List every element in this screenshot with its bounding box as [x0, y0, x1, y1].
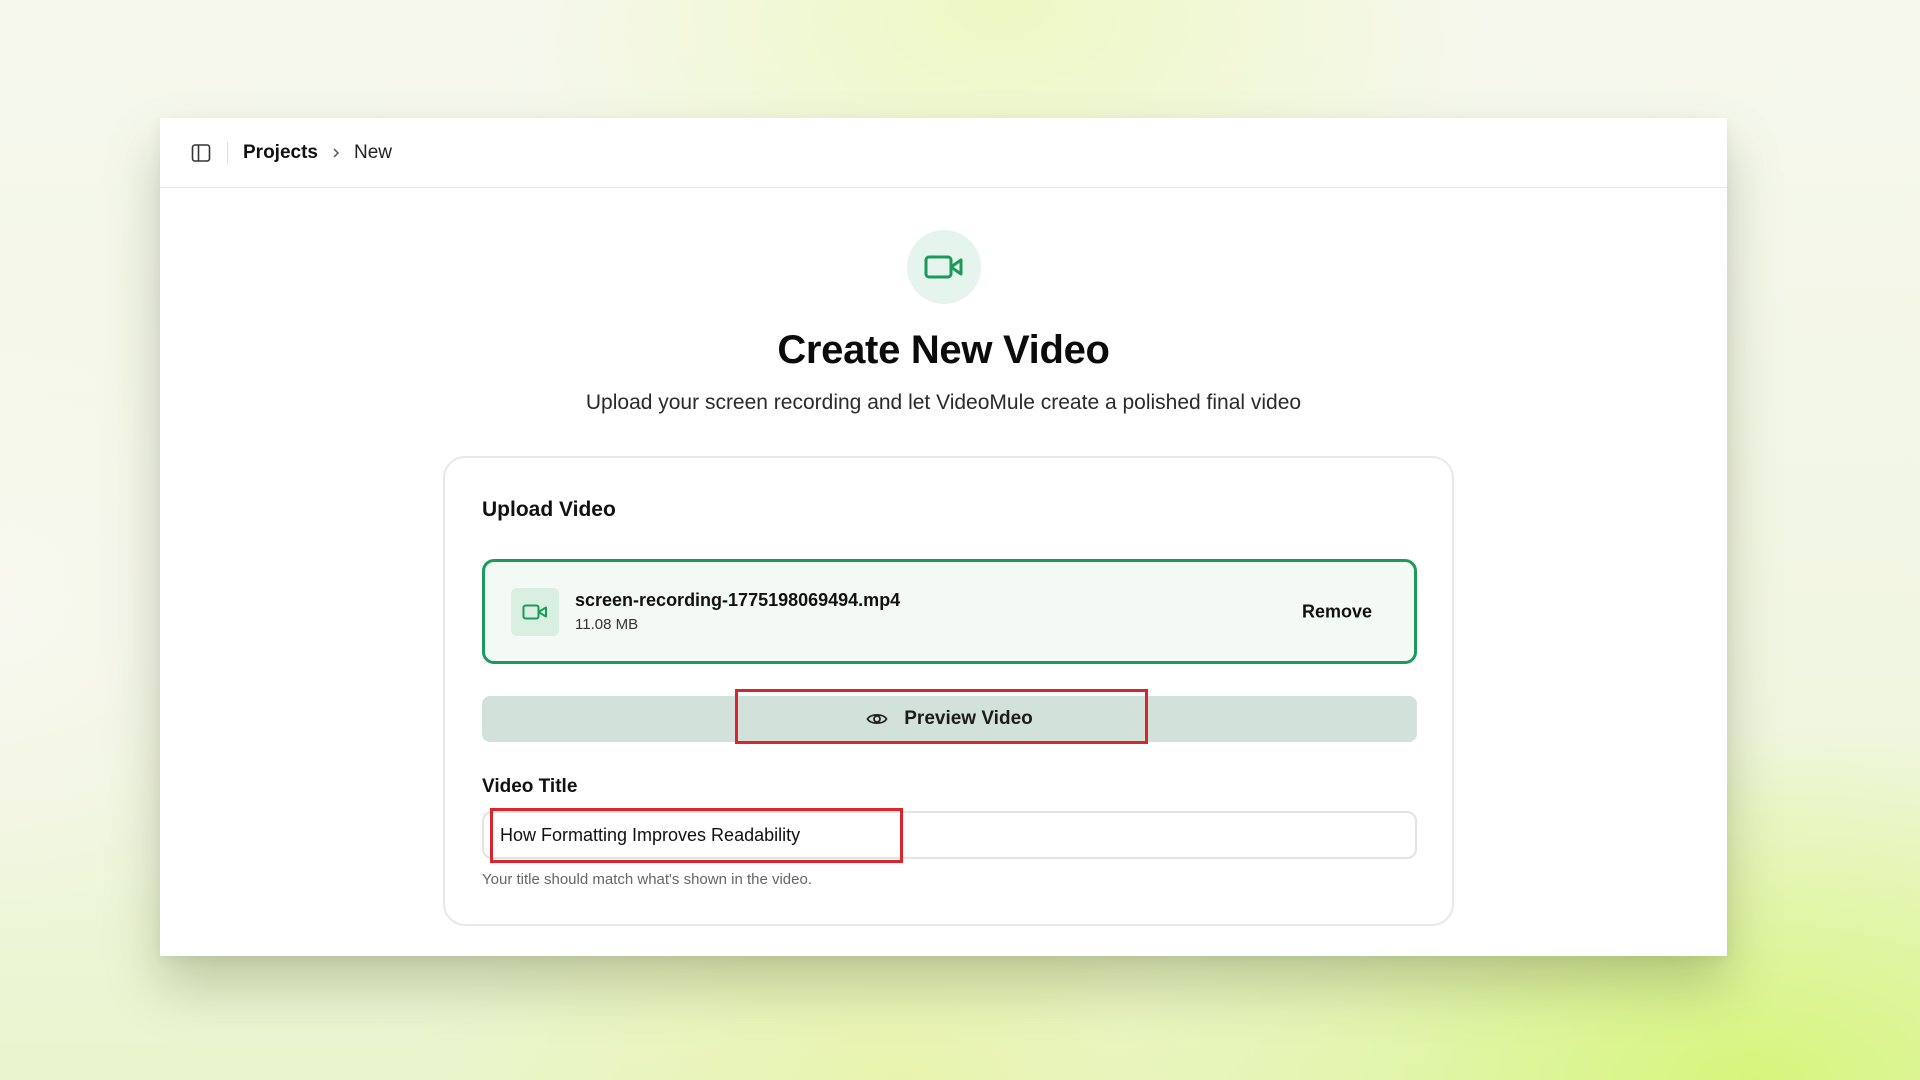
app-window: Projects New Create New Video Upload you… — [160, 118, 1727, 956]
file-name: screen-recording-1775198069494.mp4 — [575, 590, 901, 610]
video-title-input[interactable] — [482, 811, 1417, 859]
breadcrumb: Projects New — [243, 142, 392, 164]
video-title-label: Video Title — [482, 776, 578, 797]
file-size: 11.08 MB — [575, 616, 639, 633]
breadcrumb-projects[interactable]: Projects — [243, 142, 318, 164]
file-info: screen-recording-1775198069494.mp4 11.08… — [575, 590, 900, 633]
video-camera-icon — [906, 230, 981, 304]
preview-video-button[interactable]: Preview Video — [482, 696, 1417, 742]
topbar-divider — [227, 141, 228, 164]
page-title: Create New Video — [777, 328, 1110, 372]
sidebar-toggle-icon[interactable] — [189, 141, 213, 165]
remove-file-button[interactable]: Remove — [1302, 601, 1372, 622]
uploaded-file: screen-recording-1775198069494.mp4 11.08… — [482, 559, 1417, 664]
chevron-right-icon — [331, 147, 341, 159]
page-subtitle: Upload your screen recording and let Vid… — [585, 391, 1302, 414]
preview-video-label: Preview Video — [904, 708, 1033, 729]
breadcrumb-current: New — [353, 141, 392, 163]
upload-section-title: Upload Video — [482, 498, 616, 521]
video-title-help: Your title should match what's shown in … — [482, 871, 812, 888]
upload-card: Upload Video screen-recording-1775198069… — [443, 456, 1454, 926]
eye-icon — [866, 711, 888, 727]
top-bar: Projects New — [160, 118, 1727, 188]
video-camera-icon — [511, 587, 559, 636]
hero-section: Create New Video Upload your screen reco… — [160, 230, 1727, 415]
